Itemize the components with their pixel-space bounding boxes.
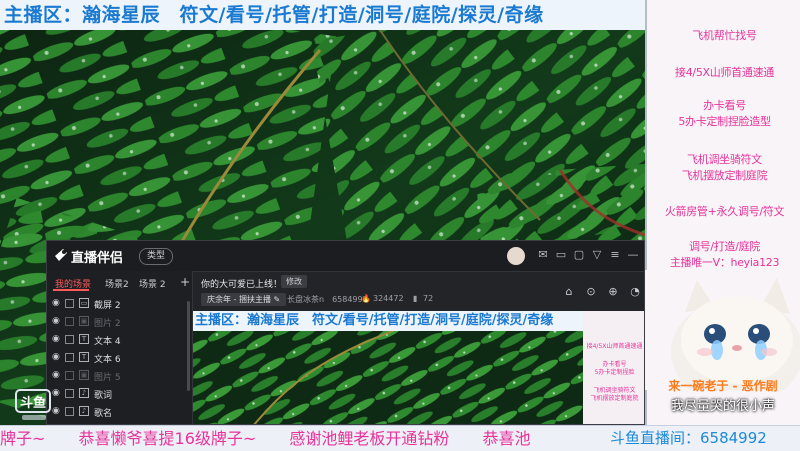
preview-panel-line: 5办卡定制捏脸 [594,369,635,376]
layer-type-icon: T [79,352,89,362]
unlock-icon[interactable]: ⊕ [607,286,619,298]
app-type-badge[interactable]: 类型 [139,248,173,265]
layer-name: 文本 4 [94,337,121,347]
stream-preview[interactable]: 主播区：瀚海星辰 符文/看号/托管/打造/洞号/庭院/探灵/奇缘 接4/5X山师… [193,311,644,424]
preview-right-panel: 接4/5X山师首通速通 办卡看号 5办卡定制捏脸 飞机调坐骑符文 飞机摆放定制庭… [583,311,644,424]
layer-row[interactable]: ◉ T 文本 6 [47,349,190,367]
layer-row[interactable]: ◉ ▭ 截屏 2 [47,295,190,313]
panel-line: 飞机调坐骑符文 [687,153,762,166]
eye-icon[interactable]: ◉ [52,299,62,308]
app-name: 直播伴侣 [71,251,124,266]
layer-type-icon: ▣ [79,316,89,326]
stream-notice: 你的大可爱已上线！ [201,280,283,290]
layer-type-icon: ▣ [79,370,89,380]
screen-icon[interactable]: ▭ [555,249,567,261]
lock-checkbox[interactable] [65,353,74,362]
preview-panel-line: 飞机摆放定制庭院 [590,395,639,402]
layer-name: 文本 6 [94,355,121,365]
lyric-overlay: 我尽量哭的很小声 [670,399,775,414]
fans-value: 72 [423,294,434,303]
eye-icon[interactable]: ◉ [52,335,62,344]
ticker-item: 恭喜池 [482,429,531,448]
ticker-text: 牌子~ 恭喜懒爷喜提16级牌子~ 感谢池鲤老板开通钻粉 恭喜池 [0,426,610,451]
lock-checkbox[interactable] [65,335,74,344]
minimize-icon[interactable]: — [627,249,639,261]
preview-banner: 主播区：瀚海星辰 符文/看号/托管/打造/洞号/庭院/探灵/奇缘 [193,311,644,331]
layer-row[interactable]: ◉ ♪ 歌词 [47,385,190,403]
layer-name: 图片 5 [94,373,121,383]
lock-checkbox[interactable] [65,389,74,398]
panel-line: 调号/打造/庭院 [688,240,760,253]
edit-notice-button[interactable]: 修改 [281,275,307,288]
layer-type-icon: T [79,334,89,344]
layer-row[interactable]: ◉ ▣ 图片 2 [47,313,190,331]
lock-checkbox[interactable] [65,317,74,326]
lock-checkbox[interactable] [65,299,74,308]
shirt-icon[interactable]: ▽ [591,249,603,261]
live-room-label: 斗鱼直播间：6584992 [610,429,767,447]
main-panel: 你的大可爱已上线！ 修改 庆余年 - 捆扶主播 ✎ 长盘冰茶n 6584992 … [193,271,644,424]
panel-line: 主播唯一V：heyia123 [669,256,780,269]
bell-icon[interactable]: ◔ [629,286,641,298]
menu-icon[interactable]: ≡ [609,249,621,261]
layer-row[interactable]: ◉ ♪ 歌名 [47,403,190,421]
panel-line: 飞机帮忙找号 [692,29,757,42]
category-selector[interactable]: 庆余年 - 捆扶主播 ✎ [201,293,287,306]
layer-type-icon: ♪ [79,406,89,416]
ticker-item: 感谢池鲤老板开通钻粉 [289,429,450,448]
song-title-overlay: 来一碗老于 - 恶作剧 [668,379,778,393]
bottom-ticker: 牌子~ 恭喜懒爷喜提16级牌子~ 感谢池鲤老板开通钻粉 恭喜池 斗鱼直播间：65… [0,425,800,451]
add-scene-button[interactable]: + [180,275,190,289]
layer-scrollbar[interactable] [187,301,190,391]
panel-line: 接4/5X山师首通速通 [675,66,774,79]
layer-row[interactable]: ◉ T 文本 4 [47,331,190,349]
fans-icon: ▮ [413,294,418,303]
scene-panel: 我的场景 场景2 场景 2 + ◉ ▭ 截屏 2 ◉ ▣ 图片 2 ◉ T 文本… [47,271,193,424]
layer-type-icon: ♪ [79,388,89,398]
ticker-item: 恭喜懒爷喜提16级牌子~ [78,429,257,448]
layer-name: 歌词 [94,391,113,401]
layer-type-icon: ▭ [79,298,89,308]
record-icon[interactable]: ⌂ [563,286,575,298]
avatar[interactable] [507,247,525,265]
fire-icon: 🔥 [361,294,371,303]
lock-checkbox[interactable] [65,371,74,380]
ticker-item: 牌子~ [0,429,46,448]
stream-top-banner: 主播区：瀚海星辰 符文/看号/托管/打造/洞号/庭院/探灵/奇缘 [0,0,645,30]
eye-icon[interactable]: ◉ [52,371,62,380]
webcam-cat-overlay [645,270,800,390]
layer-name: 歌名 [94,409,113,419]
douyu-logo: 斗鱼 [14,388,54,422]
layer-name: 截屏 2 [94,301,121,311]
room-id: 长盘冰茶n 6584992 [287,295,368,304]
category-label: 庆余年 - 捆扶主播 [207,295,271,304]
tab-scene-2b[interactable]: 场景 2 [139,277,166,290]
lock-checkbox[interactable] [65,407,74,416]
webcam-caption: 来一碗老于 - 恶作剧 我尽量哭的很小声 [648,377,798,417]
message-icon[interactable]: ✉ [537,249,549,261]
app-logo-icon [55,249,67,261]
preview-panel-line: 接4/5X山师首通速通 [586,343,643,350]
tab-scene-2a[interactable]: 场景2 [105,277,129,290]
active-tab-underline [53,289,89,291]
panel-line: 5办卡定制捏脸造型 [678,115,771,128]
eye-icon[interactable]: ◉ [52,353,62,362]
panel-line: 火箭房管+永久调号/符文 [664,205,785,218]
streaming-app-window[interactable]: 直播伴侣 类型 ✉ ▭ ▢ ▽ ≡ — 我的场景 场景2 场景 2 + ◉ ▭ … [46,240,645,425]
panel-line: 飞机摆放定制庭院 [681,169,768,182]
hot-value: 324472 [373,294,404,303]
douyu-logo-text: 斗鱼 [19,396,46,411]
layer-name: 图片 2 [94,319,121,329]
monitor-icon[interactable]: ▢ [573,249,585,261]
lock-icon[interactable]: ⊙ [585,286,597,298]
app-titlebar: 直播伴侣 类型 ✉ ▭ ▢ ▽ ≡ — [47,241,644,272]
layer-row[interactable]: ◉ ▣ 图片 5 [47,367,190,385]
eye-icon[interactable]: ◉ [52,317,62,326]
panel-line: 办卡看号 [703,99,746,112]
